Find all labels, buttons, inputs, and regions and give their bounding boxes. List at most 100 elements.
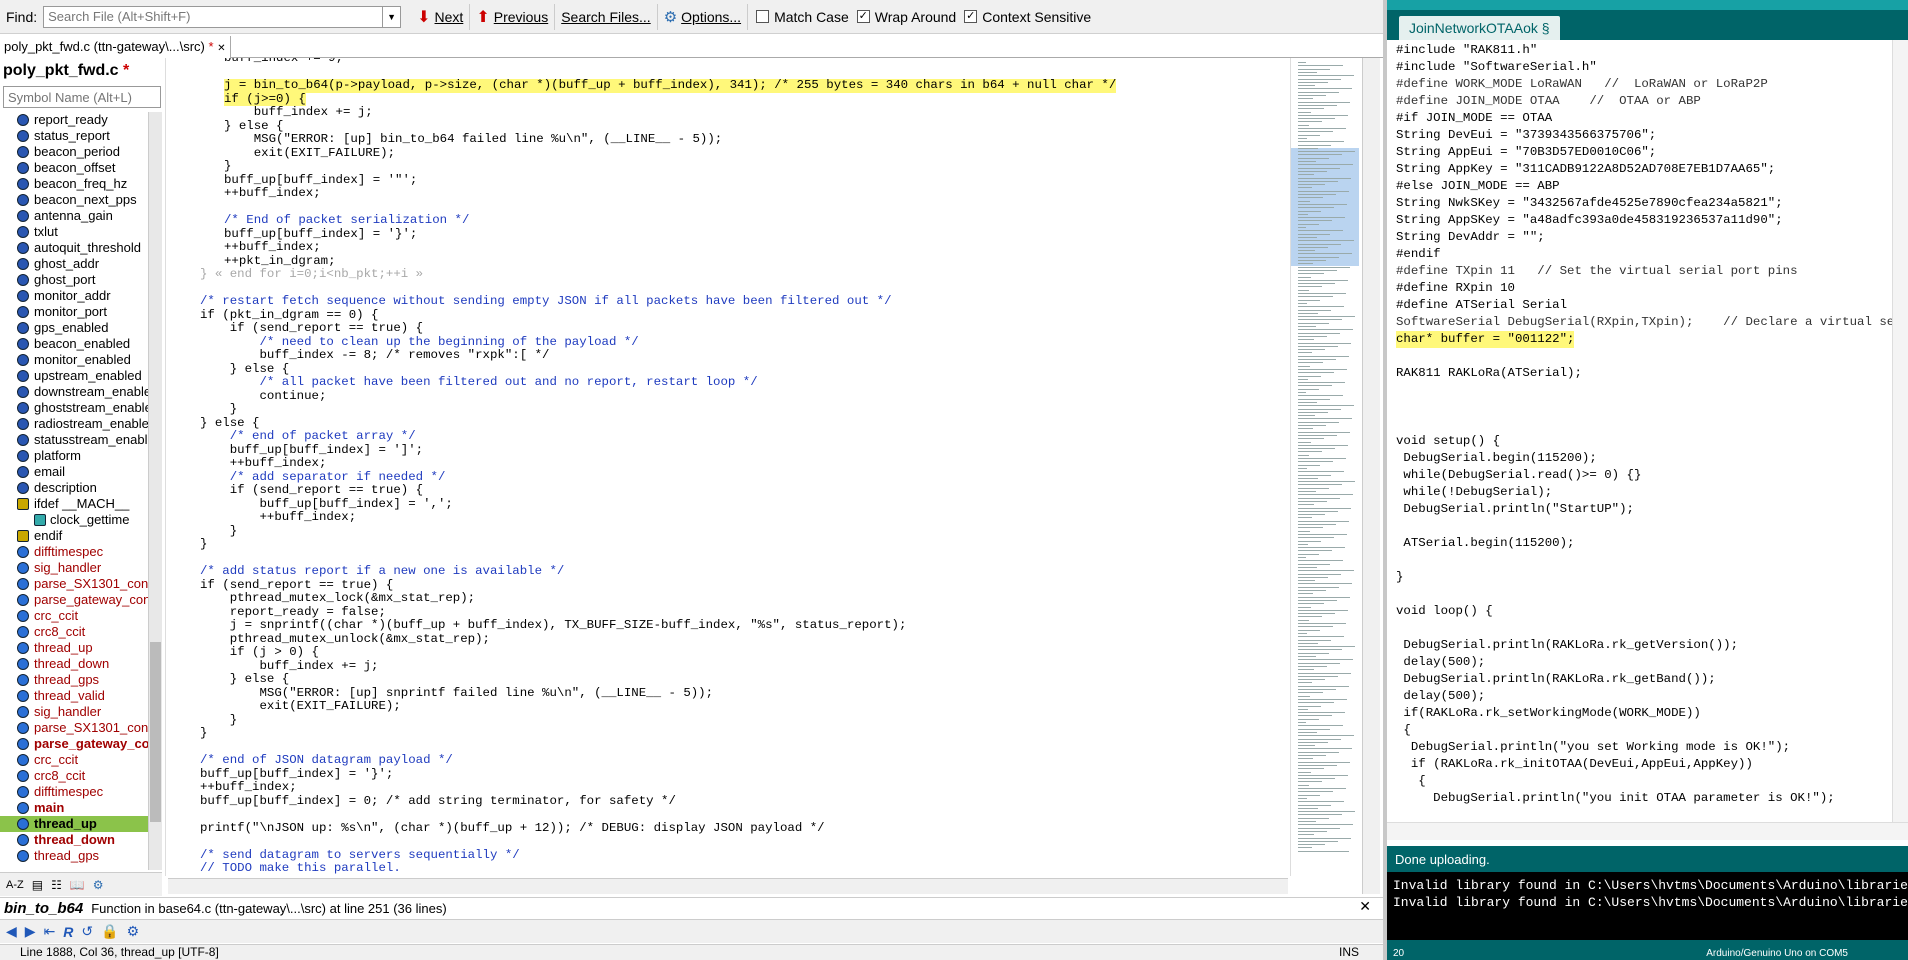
sketch-line[interactable]: delay(500); bbox=[1396, 654, 1485, 671]
sketch-line[interactable]: #endif bbox=[1396, 246, 1441, 263]
code-line[interactable]: /* end of JSON datagram payload */ bbox=[200, 753, 453, 768]
symbol-list-item[interactable]: monitor_port bbox=[0, 304, 148, 320]
sketch-line[interactable]: RAK811 RAKLoRa(ATSerial); bbox=[1396, 365, 1582, 382]
wrap-around-checkbox[interactable]: ✓ bbox=[856, 10, 870, 23]
symbol-list-item[interactable]: thread_gps bbox=[0, 848, 148, 864]
symbol-list-item[interactable]: beacon_freq_hz bbox=[0, 176, 148, 192]
symbol-list-item[interactable]: beacon_enabled bbox=[0, 336, 148, 352]
symbol-list-item[interactable]: report_ready bbox=[0, 112, 148, 128]
sketch-horizontal-scrollbar[interactable] bbox=[1387, 822, 1908, 840]
sketch-line[interactable]: String AppKey = "311CADB9122A8D52AD708E7… bbox=[1396, 161, 1775, 178]
symbol-list-item[interactable]: thread_up bbox=[0, 640, 148, 656]
context-sensitive-checkbox[interactable]: ✓ bbox=[964, 10, 978, 23]
sketch-line[interactable]: String AppSKey = "a48adfc393a0de45831923… bbox=[1396, 212, 1783, 229]
sketch-editor[interactable]: #include "RAK811.h" #include "SoftwareSer… bbox=[1387, 40, 1892, 822]
symbol-list-item[interactable]: platform bbox=[0, 448, 148, 464]
symbol-list-item[interactable]: thread_down bbox=[0, 832, 148, 848]
symbol-list-item[interactable]: thread_valid bbox=[0, 688, 148, 704]
code-line[interactable]: /* all packet have been filtered out and… bbox=[200, 375, 757, 390]
code-line[interactable]: buff_up[buff_index] = '}'; bbox=[224, 227, 417, 242]
close-icon[interactable]: ✕ bbox=[217, 43, 225, 54]
symbol-list-item[interactable]: ghost_port bbox=[0, 272, 148, 288]
search-files-button[interactable]: Search Files... bbox=[555, 3, 658, 30]
sketch-line[interactable]: char* buffer = "001122"; bbox=[1396, 331, 1575, 348]
symbol-list-item[interactable]: upstream_enabled bbox=[0, 368, 148, 384]
scroll-thumb[interactable] bbox=[150, 642, 161, 822]
code-line[interactable]: MSG("ERROR: [up] snprintf failed line %u… bbox=[200, 686, 713, 701]
sketch-line[interactable]: DebugSerial.println(RAKLoRa.rk_getVersio… bbox=[1396, 637, 1738, 654]
sketch-line[interactable]: #else JOIN_MODE == ABP bbox=[1396, 178, 1560, 195]
symbol-list-item[interactable]: crc8_ccit bbox=[0, 768, 148, 784]
sort-az-button[interactable]: A-Z bbox=[6, 879, 24, 891]
symbol-list-item[interactable]: sig_handler bbox=[0, 560, 148, 576]
category-icon[interactable]: ☷ bbox=[51, 878, 62, 892]
code-line[interactable]: // TODO make this parallel. bbox=[200, 861, 401, 876]
sketch-line[interactable]: #if JOIN_MODE == OTAA bbox=[1396, 110, 1552, 127]
code-line[interactable]: buff_index += j; bbox=[224, 105, 373, 120]
symbol-list-item[interactable]: crc_ccit bbox=[0, 608, 148, 624]
code-line[interactable]: continue; bbox=[200, 389, 326, 404]
symbol-list-item[interactable]: sig_handler bbox=[0, 704, 148, 720]
code-line[interactable]: /* End of packet serialization */ bbox=[224, 213, 469, 228]
sketch-line[interactable]: #define ATSerial Serial bbox=[1396, 297, 1567, 314]
sketch-line[interactable]: DebugSerial.begin(115200); bbox=[1396, 450, 1596, 467]
code-line[interactable]: ++buff_index; bbox=[200, 510, 356, 525]
sketch-line[interactable]: String NwkSKey = "3432567afde4525e7890cf… bbox=[1396, 195, 1783, 212]
code-line[interactable]: if (j > 0) { bbox=[200, 645, 319, 660]
code-line[interactable]: if (j>=0) { bbox=[224, 92, 306, 106]
symbol-list-item[interactable]: monitor_enabled bbox=[0, 352, 148, 368]
code-line[interactable]: pthread_mutex_lock(&mx_stat_rep); bbox=[200, 591, 475, 606]
symbol-list-item[interactable]: thread_gps bbox=[0, 672, 148, 688]
sketch-line[interactable]: DebugSerial.println("you set Working mod… bbox=[1396, 739, 1790, 756]
symbol-list-item[interactable]: difftimespec bbox=[0, 784, 148, 800]
code-line[interactable]: } bbox=[200, 713, 237, 728]
code-line[interactable]: /* send datagram to servers sequentially… bbox=[200, 848, 520, 863]
symbol-list-item[interactable]: clock_gettime bbox=[0, 512, 148, 528]
code-line[interactable]: buff_index -= 8; /* removes "rxpk":[ */ bbox=[200, 348, 549, 363]
code-line[interactable]: } bbox=[200, 524, 237, 539]
sketch-line[interactable]: if(RAKLoRa.rk_setWorkingMode(WORK_MODE)) bbox=[1396, 705, 1700, 722]
sketch-line[interactable]: } bbox=[1396, 569, 1403, 586]
sketch-line[interactable]: DebugSerial.println(RAKLoRa.rk_getBand()… bbox=[1396, 671, 1715, 688]
back-icon[interactable]: ◀ bbox=[6, 923, 17, 940]
code-line[interactable]: ++buff_index; bbox=[200, 780, 297, 795]
jump-icon[interactable]: ⇤ bbox=[44, 923, 56, 940]
symbol-list-item[interactable]: parse_gateway_configuration bbox=[0, 736, 148, 752]
sketch-line[interactable]: #define WORK_MODE LoRaWAN // LoRaWAN or … bbox=[1396, 76, 1768, 93]
sketch-line[interactable]: if (RAKLoRa.rk_initOTAA(DevEui,AppEui,Ap… bbox=[1396, 756, 1753, 773]
code-line[interactable]: ++buff_index; bbox=[200, 456, 327, 471]
code-line[interactable]: if (send_report == true) { bbox=[200, 483, 423, 498]
symbol-list-item[interactable]: beacon_next_pps bbox=[0, 192, 148, 208]
code-line[interactable]: } bbox=[200, 402, 237, 417]
code-line[interactable]: } else { bbox=[224, 119, 284, 134]
sketch-line[interactable]: { bbox=[1396, 773, 1425, 790]
code-editor[interactable]: buff_index += 9; j = bin_to_b64(p->payloa… bbox=[168, 58, 1288, 876]
symbol-list-item[interactable]: beacon_offset bbox=[0, 160, 148, 176]
code-line[interactable]: ++buff_index; bbox=[224, 186, 321, 201]
code-line[interactable]: } else { bbox=[200, 416, 260, 431]
code-line[interactable]: pthread_mutex_unlock(&mx_stat_rep); bbox=[200, 632, 490, 647]
sketch-line[interactable]: #include "RAK811.h" bbox=[1396, 42, 1537, 59]
code-line[interactable]: buff_up[buff_index] = '"'; bbox=[224, 173, 417, 188]
next-button[interactable]: ⬇ Next bbox=[411, 3, 471, 30]
code-line[interactable]: /* add separator if needed */ bbox=[200, 470, 446, 485]
file-tab[interactable]: poly_pkt_fwd.c (ttn-gateway\...\src) * ✕ bbox=[0, 36, 231, 58]
references-icon[interactable]: R bbox=[63, 924, 73, 940]
code-line[interactable]: exit(EXIT_FAILURE); bbox=[224, 146, 395, 161]
symbol-list-item[interactable]: difftimespec bbox=[0, 544, 148, 560]
code-line[interactable]: } else { bbox=[200, 362, 290, 377]
sketch-line[interactable]: String DevAddr = ""; bbox=[1396, 229, 1545, 246]
code-line[interactable]: /* add status report if a new one is ava… bbox=[200, 564, 564, 579]
sketch-line[interactable]: #define RXpin 10 bbox=[1396, 280, 1515, 297]
sketch-vertical-scrollbar[interactable] bbox=[1892, 40, 1908, 822]
sketch-line[interactable]: #define JOIN_MODE OTAA // OTAA or ABP bbox=[1396, 93, 1701, 110]
symbol-list-item[interactable]: endif bbox=[0, 528, 148, 544]
settings-icon[interactable]: ⚙ bbox=[93, 878, 104, 892]
symbol-list-item[interactable]: thread_down bbox=[0, 656, 148, 672]
close-icon[interactable]: ✕ bbox=[1359, 898, 1371, 915]
symbol-list-item[interactable]: parse_SX1301_configuration bbox=[0, 576, 148, 592]
symbol-list-item[interactable]: autoquit_threshold bbox=[0, 240, 148, 256]
code-line[interactable]: buff_index += j; bbox=[200, 659, 378, 674]
code-line[interactable]: buff_up[buff_index] = '}'; bbox=[200, 767, 393, 782]
symbol-filter-input[interactable] bbox=[3, 86, 161, 108]
